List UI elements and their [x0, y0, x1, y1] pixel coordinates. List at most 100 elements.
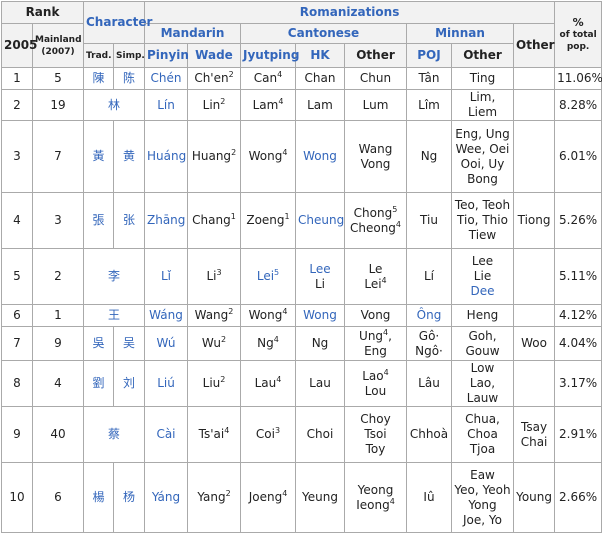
line-text: Ung [359, 328, 384, 343]
other-romanization [512, 89, 556, 121]
hk-link[interactable]: Lee [298, 262, 342, 277]
jyutping-header[interactable]: Jyutping [240, 43, 299, 68]
rank-mainland: 2 [32, 248, 84, 305]
hk-link[interactable]: Wong [295, 304, 345, 327]
rank-mainland: 5 [32, 67, 84, 90]
hk-romanization: Lam [295, 89, 345, 121]
minnan-other-header: Other [451, 43, 514, 68]
simplified-character-link[interactable]: 陈 [113, 67, 145, 90]
pinyin-link[interactable]: Huáng [144, 120, 188, 193]
pinyin-link[interactable]: Yáng [144, 462, 188, 533]
rank-2005: 2 [1, 89, 33, 121]
jyutping-link[interactable]: Lei5 [240, 248, 296, 305]
value-text: Can [253, 71, 278, 85]
text-line: Lou [347, 384, 404, 399]
text-line: Wee, Oei [455, 141, 510, 156]
tone-number: 4 [389, 496, 395, 506]
value-text: Lam [252, 97, 279, 112]
other-romanization: Tsay Chai [512, 406, 556, 463]
other-header: Other [512, 23, 556, 68]
simplified-character-link[interactable]: 吴 [113, 326, 145, 361]
text-line: Teo, Teoh [454, 198, 511, 212]
percent-value: 5.11% [554, 248, 602, 305]
minnan-header[interactable]: Minnan [406, 23, 514, 44]
jyutping: Lam4 [240, 89, 296, 121]
simplified-character-link[interactable]: 杨 [113, 462, 145, 533]
wade-header[interactable]: Wade [187, 43, 241, 68]
traditional-character-link[interactable]: 黃 [83, 120, 114, 193]
jyutping: Can4 [240, 67, 296, 90]
hk-header[interactable]: HK [295, 43, 345, 68]
traditional-character-link[interactable]: 陳 [83, 67, 114, 90]
tone-number: 2 [228, 70, 234, 79]
table-row: 3 7 黃黄 Huáng Huang2 Wong4 Wong Wang Vong Ng Eng, U… [1, 120, 602, 193]
character-link[interactable]: 林 [83, 89, 145, 121]
character-link[interactable]: 李 [83, 248, 145, 305]
text-line: Lei4 [347, 276, 404, 292]
character-link[interactable]: 王 [83, 304, 145, 327]
rank-mainland: 19 [32, 89, 84, 121]
table-row: 2 19 林 Lín Lin2 Lam4 Lam Lum Lîm Lim, Liem 8.28% [1, 89, 602, 121]
tone-number: 4 [276, 375, 282, 384]
poj: Lí [406, 248, 452, 305]
tone-number: 5 [274, 268, 280, 277]
line-text: Wang [358, 141, 393, 156]
hk-link[interactable]: Wong [295, 120, 345, 193]
rank-mainland: 4 [32, 360, 84, 407]
character-link[interactable]: 蔡 [83, 406, 145, 463]
pinyin-link[interactable]: Zhāng [144, 192, 188, 249]
other-romanization: Tiong [512, 192, 556, 249]
rank-mainland: 40 [32, 406, 84, 463]
poj-header[interactable]: POJ [406, 43, 452, 68]
minnan-other: Goh, Gouw [451, 326, 514, 361]
percent-value: 2.91% [554, 406, 602, 463]
cantonese-other: Chong5 Cheong4 [344, 192, 407, 249]
tone-number: 2 [220, 335, 227, 344]
hk-link[interactable]: Cheung [295, 192, 345, 249]
wade-giles: Ts'ai4 [187, 406, 241, 463]
pinyin-link[interactable]: Wáng [144, 304, 188, 327]
cantonese-header[interactable]: Cantonese [240, 23, 407, 44]
percent-value: 8.28% [554, 89, 602, 121]
text-line: Lum [347, 98, 404, 113]
simplified-character-link[interactable]: 刘 [113, 360, 145, 407]
simp-header: Simp. [113, 43, 145, 68]
jyutping: Lau4 [240, 360, 296, 407]
character-header[interactable]: Character [83, 1, 152, 44]
pinyin-link[interactable]: Lín [144, 89, 188, 121]
pinyin-header[interactable]: Pinyin [144, 43, 189, 68]
table-row: 1 5 陳陈 Chén Ch'en2 Can4 Chan Chun Tân Ting 11.06% [1, 67, 602, 90]
value-text: Wu [201, 336, 221, 350]
pinyin-link[interactable]: Liú [144, 360, 188, 407]
value-text: Ch'en [194, 71, 229, 85]
line-text: Tsay [521, 419, 548, 434]
traditional-character-link[interactable]: 劉 [83, 360, 114, 407]
percent-value: 11.06% [554, 67, 602, 90]
traditional-character-link[interactable]: 張 [83, 192, 114, 249]
value-text: Zoeng [246, 213, 285, 227]
traditional-character-link[interactable]: 吳 [83, 326, 114, 361]
minnan-other-link[interactable]: Dee [454, 284, 511, 299]
text-line: Toy [347, 442, 404, 457]
pinyin-link[interactable]: Wú [144, 326, 188, 361]
value-text: Wong [248, 149, 283, 163]
cantonese-other-header: Other [344, 43, 407, 68]
minnan-other: Teo, Teoh Tio, Thio Tiew [451, 192, 514, 249]
pinyin-link[interactable]: Cài [144, 406, 188, 463]
pinyin-link[interactable]: Lǐ [144, 248, 188, 305]
cantonese-other: Choy Tsoi Toy [344, 406, 407, 463]
jyutping: Joeng4 [240, 462, 296, 533]
text-line: Bong [467, 171, 498, 186]
poj-link[interactable]: Ông [406, 304, 452, 327]
poj: Chhoà [406, 406, 452, 463]
romanizations-header[interactable]: Romanizations [143, 1, 556, 24]
simplified-character-link[interactable]: 黄 [113, 120, 145, 193]
line-text: Ieong [356, 497, 390, 512]
traditional-character-link[interactable]: 楊 [83, 462, 114, 533]
rank-header: Rank [1, 1, 84, 24]
simplified-character-link[interactable]: 张 [113, 192, 145, 249]
mandarin-header[interactable]: Mandarin [144, 23, 241, 44]
pinyin-link[interactable]: Chén [144, 67, 188, 90]
line-text: Toy [365, 442, 386, 456]
jyutping: Wong4 [240, 304, 296, 327]
